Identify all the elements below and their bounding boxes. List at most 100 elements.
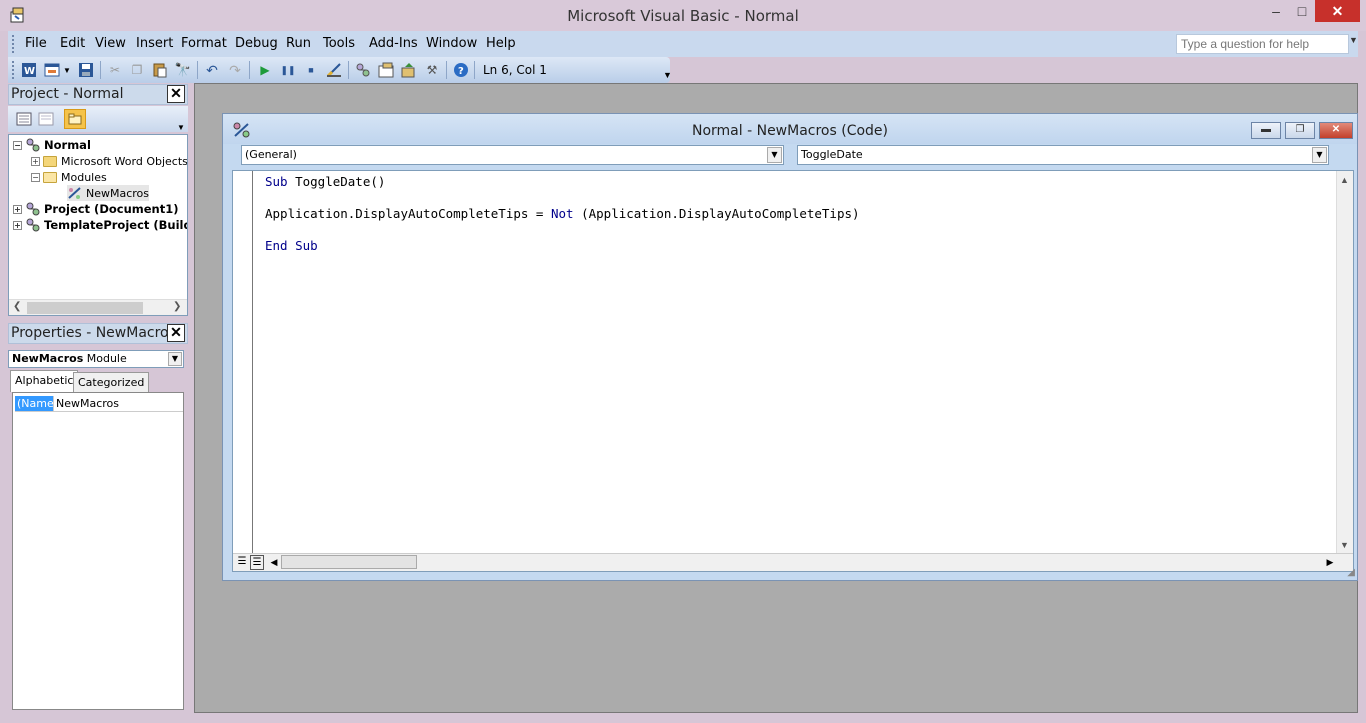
- tree-node-word-objects[interactable]: + Microsoft Word Objects: [31, 153, 187, 169]
- reset-icon[interactable]: ■: [302, 61, 320, 79]
- scroll-up-icon[interactable]: ▲: [1340, 175, 1349, 185]
- project-toolbar: ▼: [8, 106, 188, 132]
- toggle-folders-icon[interactable]: [64, 109, 86, 129]
- full-module-view-icon[interactable]: ☰: [250, 555, 264, 570]
- design-mode-icon[interactable]: [325, 61, 343, 79]
- property-value[interactable]: NewMacros: [54, 396, 121, 411]
- help-search-input[interactable]: Type a question for help: [1176, 34, 1349, 54]
- undo-icon[interactable]: ↶: [203, 61, 221, 79]
- code-minimize-button[interactable]: ▬: [1251, 122, 1281, 139]
- properties-pane-close-icon[interactable]: ✕: [167, 324, 185, 342]
- minimize-button[interactable]: –: [1262, 0, 1290, 22]
- help-icon[interactable]: ?: [452, 61, 470, 79]
- menu-debug[interactable]: Debug: [235, 36, 278, 51]
- menu-edit[interactable]: Edit: [60, 36, 85, 51]
- scroll-right-icon[interactable]: ❯: [173, 301, 181, 312]
- scroll-left-icon[interactable]: ◀: [267, 555, 281, 570]
- collapse-icon[interactable]: −: [13, 140, 22, 150]
- toolbox-icon[interactable]: ⚒: [423, 61, 441, 79]
- view-code-icon[interactable]: [15, 110, 33, 128]
- menu-grip[interactable]: [12, 35, 15, 53]
- maximize-button[interactable]: □: [1288, 0, 1316, 22]
- cut-icon[interactable]: ✂: [106, 61, 124, 79]
- tree-node-modules[interactable]: − Modules: [31, 169, 107, 185]
- menu-bar: File Edit View Insert Format Debug Run T…: [8, 31, 1358, 57]
- properties-window-icon[interactable]: [377, 61, 395, 79]
- break-icon[interactable]: ❚❚: [279, 61, 297, 79]
- chevron-down-icon[interactable]: ▼: [767, 147, 782, 163]
- code-line-2: Application.DisplayAutoCompleteTips = No…: [265, 206, 860, 221]
- expand-icon[interactable]: +: [31, 156, 40, 166]
- menu-insert[interactable]: Insert: [136, 36, 173, 51]
- view-object-icon[interactable]: [37, 110, 55, 128]
- toolbar-grip[interactable]: [12, 61, 15, 79]
- procedure-combo-value: ToggleDate: [801, 148, 863, 161]
- properties-object-select[interactable]: NewMacros Module ▼: [8, 350, 184, 368]
- scroll-down-icon[interactable]: ▼: [1340, 540, 1349, 550]
- save-icon[interactable]: [77, 61, 95, 79]
- code-line-1: Sub ToggleDate(): [265, 174, 385, 189]
- menu-addins[interactable]: Add-Ins: [369, 36, 418, 51]
- menu-help[interactable]: Help: [486, 36, 516, 51]
- window-title-bar: Microsoft Visual Basic - Normal – □ ✕: [0, 0, 1366, 31]
- tree-node-normal[interactable]: − Normal: [13, 137, 91, 153]
- menu-window[interactable]: Window: [426, 36, 477, 51]
- tab-categorized[interactable]: Categorized: [73, 372, 150, 392]
- scroll-thumb[interactable]: [27, 302, 143, 314]
- menu-tools[interactable]: Tools: [323, 36, 355, 51]
- paste-icon[interactable]: [151, 61, 169, 79]
- code-text: (Application.DisplayAutoCompleteTips): [573, 206, 860, 221]
- close-button[interactable]: ✕: [1315, 0, 1360, 22]
- chevron-down-icon[interactable]: ▼: [1312, 147, 1327, 163]
- object-browser-icon[interactable]: [400, 61, 418, 79]
- object-combo[interactable]: (General) ▼: [241, 145, 784, 165]
- view-word-icon[interactable]: W: [20, 61, 38, 79]
- project-tree-hscrollbar[interactable]: ❮ ❯: [9, 299, 187, 315]
- code-editor[interactable]: Sub ToggleDate() Application.DisplayAuto…: [232, 170, 1354, 572]
- keyword-not: Not: [550, 206, 574, 221]
- tree-node-template-project[interactable]: + TemplateProject (Buildin: [13, 217, 187, 233]
- menu-file[interactable]: File: [25, 36, 47, 51]
- run-icon[interactable]: ▶: [256, 61, 274, 79]
- redo-icon[interactable]: ↷: [226, 61, 244, 79]
- resize-grip-icon[interactable]: ◢: [1347, 567, 1355, 578]
- code-close-button[interactable]: ✕: [1319, 122, 1353, 139]
- code-hscrollbar[interactable]: ☰ ☰ ◀ ▶: [233, 553, 1353, 571]
- code-window-title-bar[interactable]: Normal - NewMacros (Code) ▬ ❐ ✕: [223, 114, 1357, 144]
- project-tree: − Normal + Microsoft Word Objects − Modu…: [8, 134, 188, 316]
- expand-icon[interactable]: +: [13, 204, 22, 214]
- margin-indicator-bar[interactable]: [233, 171, 253, 554]
- toolbar-options-icon[interactable]: ▼: [663, 70, 672, 80]
- code-restore-button[interactable]: ❐: [1285, 122, 1315, 139]
- chevron-down-icon[interactable]: ▼: [168, 352, 182, 366]
- menu-view[interactable]: View: [95, 36, 126, 51]
- open-folder-icon: [43, 171, 57, 183]
- toolbar-separator: [348, 61, 349, 79]
- tab-alphabetic[interactable]: Alphabetic: [10, 370, 79, 392]
- insert-userform-icon[interactable]: [43, 61, 61, 79]
- property-row[interactable]: (Name) NewMacros: [15, 396, 183, 412]
- code-vscrollbar[interactable]: ▲ ▼: [1336, 171, 1353, 554]
- menu-format[interactable]: Format: [181, 36, 227, 51]
- procedure-view-icon[interactable]: ☰: [235, 555, 249, 570]
- tree-node-project-document1[interactable]: + Project (Document1): [13, 201, 179, 217]
- tree-node-newmacros[interactable]: NewMacros: [67, 185, 150, 201]
- tree-label-newmacros: NewMacros: [86, 186, 150, 200]
- scroll-thumb[interactable]: [281, 555, 417, 569]
- scroll-right-icon[interactable]: ▶: [1323, 555, 1337, 570]
- scroll-left-icon[interactable]: ❮: [13, 301, 21, 312]
- procedure-combo[interactable]: ToggleDate ▼: [797, 145, 1329, 165]
- expand-icon[interactable]: +: [13, 220, 22, 230]
- insert-dropdown-icon[interactable]: ▼: [62, 61, 72, 79]
- project-explorer-icon[interactable]: [354, 61, 372, 79]
- find-icon[interactable]: 🔭: [174, 61, 192, 79]
- toolbar-separator: [446, 61, 447, 79]
- toolbar-separator: [197, 61, 198, 79]
- project-pane-close-icon[interactable]: ✕: [167, 85, 185, 103]
- copy-icon[interactable]: ❐: [128, 61, 146, 79]
- module-icon: [67, 186, 83, 200]
- collapse-icon[interactable]: −: [31, 172, 40, 182]
- help-dropdown-icon[interactable]: ▼: [1349, 35, 1359, 45]
- menu-run[interactable]: Run: [286, 36, 311, 51]
- vba-project-icon: [25, 202, 41, 216]
